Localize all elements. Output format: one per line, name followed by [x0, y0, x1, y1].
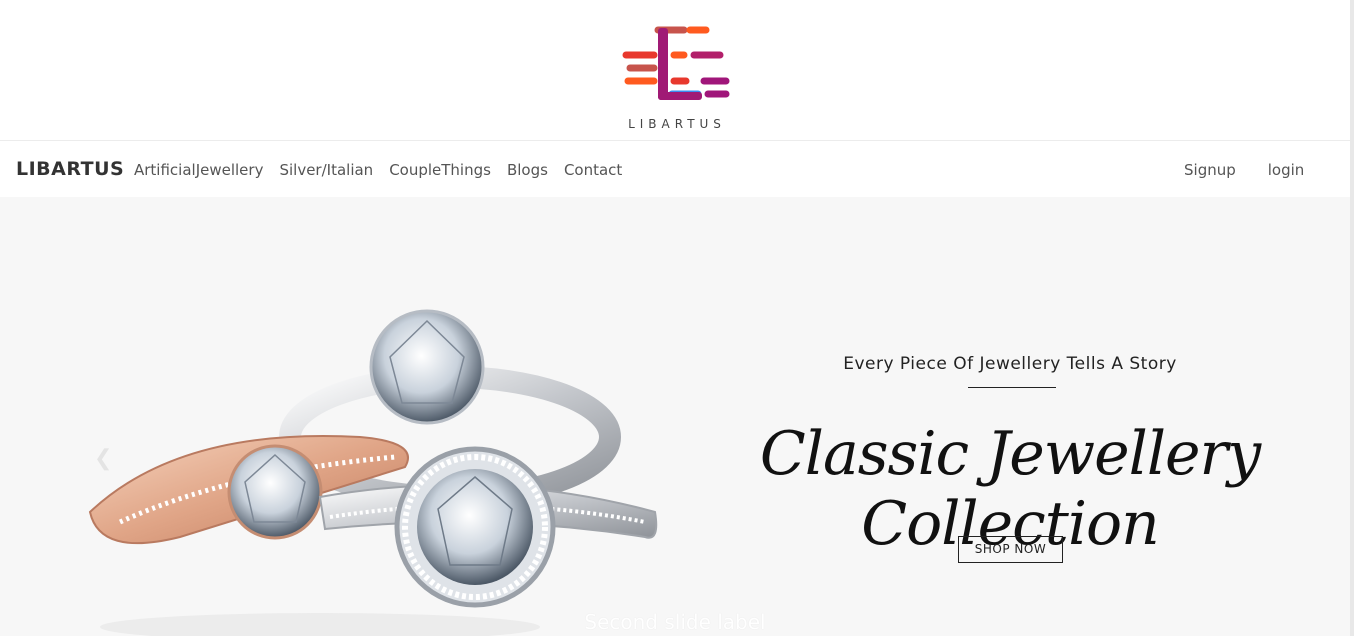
hero-carousel: ❮ Every Piece Of Jewellery Tells A Story…	[0, 197, 1350, 636]
hero-tagline: Every Piece Of Jewellery Tells A Story	[843, 354, 1177, 374]
navbar-brand[interactable]: LIBARTUS	[16, 158, 124, 180]
scrollbar[interactable]	[1350, 0, 1354, 636]
chevron-left-icon[interactable]: ❮	[94, 446, 112, 471]
nav-link-contact[interactable]: Contact	[564, 161, 622, 179]
slide-caption: Second slide label	[584, 610, 766, 634]
nav-link-silver-italian[interactable]: Silver/Italian	[279, 161, 373, 179]
rings-product-image	[88, 309, 658, 636]
nav-auth-links: Signup login	[1184, 161, 1336, 179]
main-navbar: LIBARTUS ArtificialJewellery Silver/Ital…	[0, 141, 1350, 197]
shop-now-button[interactable]: SHOP NOW	[958, 536, 1063, 563]
nav-links: ArtificialJewellery Silver/Italian Coupl…	[134, 161, 638, 179]
login-link[interactable]: login	[1268, 161, 1305, 179]
libartus-logo-mark[interactable]	[622, 24, 732, 114]
nav-link-couple-things[interactable]: CoupleThings	[389, 161, 491, 179]
signup-link[interactable]: Signup	[1184, 161, 1236, 179]
divider	[968, 387, 1056, 388]
nav-link-artificial-jewellery[interactable]: ArtificialJewellery	[134, 161, 263, 179]
nav-link-blogs[interactable]: Blogs	[507, 161, 548, 179]
logo-text: LIBARTUS	[628, 117, 726, 131]
logo-header: LIBARTUS	[0, 0, 1354, 141]
